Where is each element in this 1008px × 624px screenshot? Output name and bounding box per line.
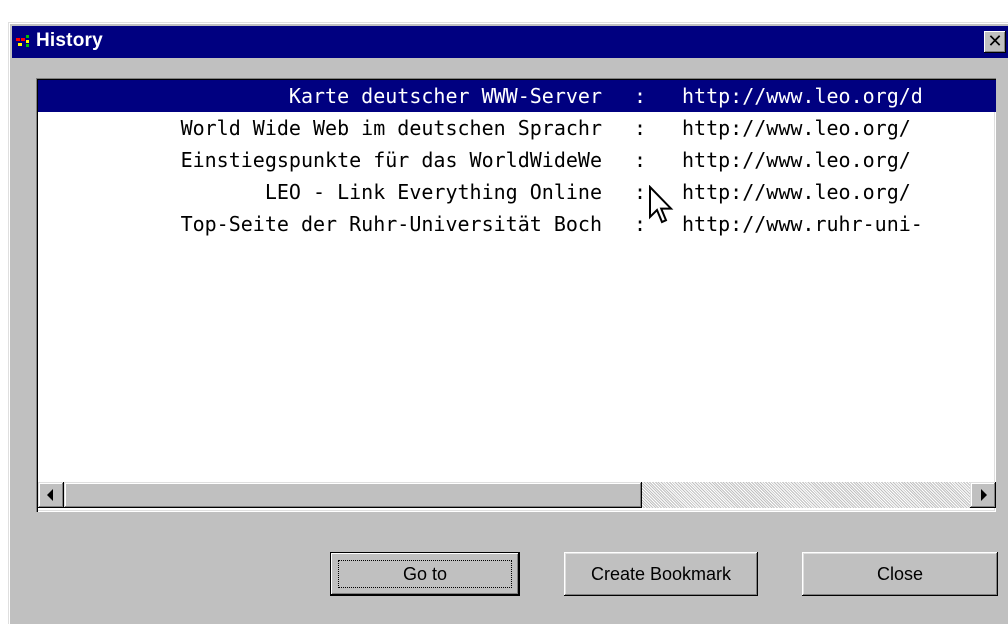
horizontal-scrollbar[interactable]	[38, 482, 996, 510]
scroll-left-button[interactable]	[38, 482, 64, 508]
item-separator: :	[634, 212, 647, 236]
close-button[interactable]: Close	[802, 552, 998, 596]
item-title: Top-Seite der Ruhr-Universität Boch	[180, 212, 602, 236]
close-icon[interactable]: ✕	[984, 31, 1006, 53]
item-url: http://www.leo.org/	[682, 148, 911, 172]
arrow-right-icon	[981, 489, 987, 501]
scrollbar-thumb[interactable]	[64, 482, 642, 508]
history-list[interactable]: Karte deutscher WWW-Server : http://www.…	[36, 78, 996, 512]
item-title: Einstiegspunkte für das WorldWideWe	[180, 148, 602, 172]
create-bookmark-button[interactable]: Create Bookmark	[564, 552, 758, 596]
item-url: http://www.ruhr-uni-	[682, 212, 923, 236]
history-rows: Karte deutscher WWW-Server : http://www.…	[38, 80, 996, 240]
title-bar[interactable]: History ✕	[12, 26, 1008, 58]
item-url: http://www.leo.org/d	[682, 84, 923, 108]
scroll-right-button[interactable]	[970, 482, 996, 508]
history-window: History ✕ Karte deutscher WWW-Server : h…	[8, 22, 1008, 624]
item-separator: :	[634, 84, 647, 108]
item-url: http://www.leo.org/	[682, 116, 911, 140]
item-title: LEO - Link Everything Online	[264, 180, 602, 204]
mouse-pointer-icon	[649, 185, 674, 224]
window-title: History	[36, 30, 103, 51]
list-item[interactable]: LEO - Link Everything Online : http://ww…	[38, 176, 996, 208]
list-item[interactable]: Einstiegspunkte für das WorldWideWe : ht…	[38, 144, 996, 176]
item-separator: :	[634, 148, 647, 172]
goto-button-label: Go to	[338, 560, 512, 588]
item-separator: :	[634, 180, 647, 204]
item-title: Karte deutscher WWW-Server	[288, 84, 602, 108]
list-item[interactable]: World Wide Web im deutschen Sprachr : ht…	[38, 112, 996, 144]
item-separator: :	[634, 116, 647, 140]
list-item[interactable]: Top-Seite der Ruhr-Universität Boch : ht…	[38, 208, 996, 240]
goto-button[interactable]: Go to	[330, 552, 520, 596]
list-item[interactable]: Karte deutscher WWW-Server : http://www.…	[38, 80, 996, 112]
item-url: http://www.leo.org/	[682, 180, 911, 204]
item-title: World Wide Web im deutschen Sprachr	[180, 116, 602, 140]
arrow-left-icon	[47, 489, 53, 501]
app-icon	[16, 35, 29, 47]
